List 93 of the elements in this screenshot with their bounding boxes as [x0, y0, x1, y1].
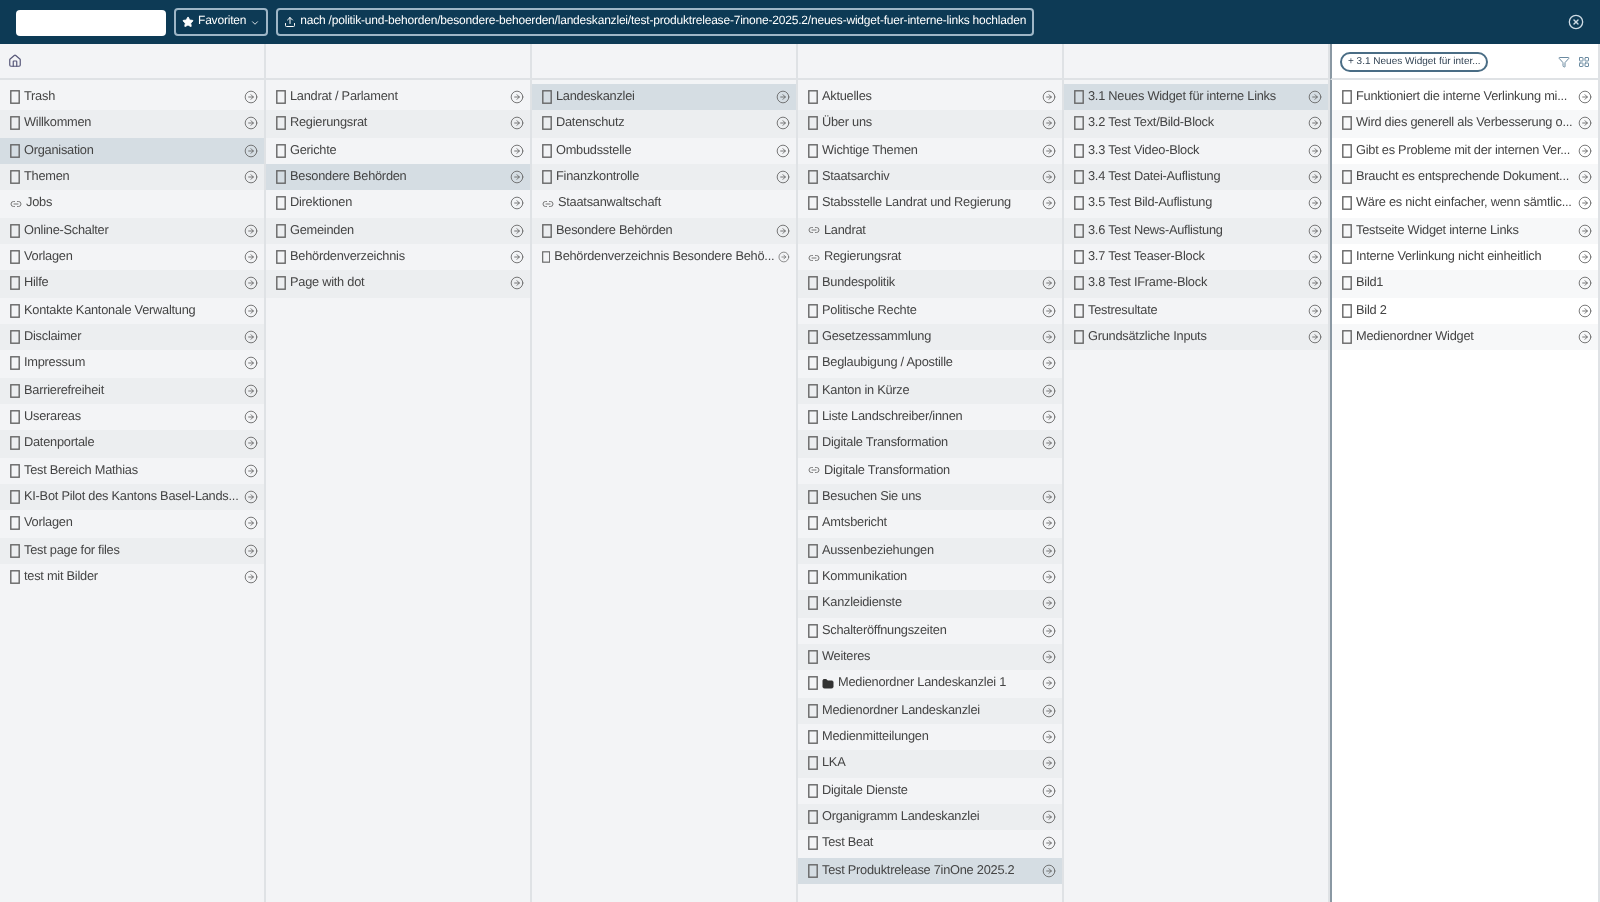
open-arrow-icon[interactable]	[1308, 143, 1322, 158]
open-arrow-icon[interactable]	[1042, 170, 1056, 185]
open-arrow-icon[interactable]	[510, 170, 524, 185]
open-arrow-icon[interactable]	[776, 223, 790, 238]
open-arrow-icon[interactable]	[1578, 276, 1592, 291]
open-arrow-icon[interactable]	[1578, 116, 1592, 131]
open-arrow-icon[interactable]	[244, 570, 258, 585]
open-arrow-icon[interactable]	[1042, 410, 1056, 425]
open-arrow-icon[interactable]	[244, 223, 258, 238]
open-arrow-icon[interactable]	[244, 116, 258, 131]
open-arrow-icon[interactable]	[1578, 143, 1592, 158]
open-arrow-icon[interactable]	[244, 463, 258, 478]
open-arrow-icon[interactable]	[1308, 250, 1322, 265]
open-arrow-icon[interactable]	[510, 223, 524, 238]
open-arrow-icon[interactable]	[776, 143, 790, 158]
open-arrow-icon[interactable]	[778, 250, 790, 265]
open-arrow-icon[interactable]	[1042, 330, 1056, 345]
open-arrow-icon[interactable]	[1308, 276, 1322, 291]
open-arrow-icon[interactable]	[776, 170, 790, 185]
open-arrow-icon[interactable]	[1578, 196, 1592, 211]
link-icon	[542, 197, 554, 210]
open-arrow-icon[interactable]	[1042, 596, 1056, 611]
open-arrow-icon[interactable]	[1578, 90, 1592, 105]
open-arrow-icon[interactable]	[1042, 276, 1056, 291]
link-icon	[808, 251, 820, 264]
caret-icon	[250, 17, 261, 27]
open-arrow-icon[interactable]	[1042, 623, 1056, 638]
open-arrow-icon[interactable]	[1042, 570, 1056, 585]
open-arrow-icon[interactable]	[1308, 303, 1322, 318]
open-arrow-icon[interactable]	[776, 116, 790, 131]
link-icon	[808, 464, 820, 477]
open-arrow-icon[interactable]	[244, 356, 258, 371]
open-arrow-icon[interactable]	[1042, 836, 1056, 851]
open-arrow-icon[interactable]	[1042, 303, 1056, 318]
open-arrow-icon[interactable]	[1042, 730, 1056, 745]
open-arrow-icon[interactable]	[244, 143, 258, 158]
open-arrow-icon[interactable]	[244, 383, 258, 398]
open-arrow-icon[interactable]	[1578, 223, 1592, 238]
open-arrow-icon[interactable]	[1042, 703, 1056, 718]
open-arrow-icon[interactable]	[1042, 650, 1056, 665]
open-arrow-icon[interactable]	[510, 116, 524, 131]
filter-icon[interactable]	[1558, 55, 1570, 67]
open-arrow-icon[interactable]	[1042, 356, 1056, 371]
open-arrow-icon[interactable]	[1308, 330, 1322, 345]
open-arrow-icon[interactable]	[1042, 90, 1056, 105]
search-field[interactable]	[16, 9, 166, 35]
open-arrow-icon[interactable]	[1578, 250, 1592, 265]
open-arrow-icon[interactable]	[244, 250, 258, 265]
open-arrow-icon[interactable]	[510, 196, 524, 211]
link-icon	[808, 224, 820, 237]
open-arrow-icon[interactable]	[1042, 490, 1056, 505]
open-arrow-icon[interactable]	[1042, 436, 1056, 451]
open-arrow-icon[interactable]	[1042, 676, 1056, 691]
open-arrow-icon[interactable]	[1308, 170, 1322, 185]
open-arrow-icon[interactable]	[510, 90, 524, 105]
open-arrow-icon[interactable]	[1042, 116, 1056, 131]
open-arrow-icon[interactable]	[1578, 170, 1592, 185]
open-arrow-icon[interactable]	[244, 436, 258, 451]
open-arrow-icon[interactable]	[776, 90, 790, 105]
open-arrow-icon[interactable]	[1308, 196, 1322, 211]
open-arrow-icon[interactable]	[244, 303, 258, 318]
open-arrow-icon[interactable]	[244, 170, 258, 185]
close-icon[interactable]	[1568, 14, 1584, 30]
open-arrow-icon[interactable]	[510, 276, 524, 291]
open-arrow-icon[interactable]	[1308, 223, 1322, 238]
open-arrow-icon[interactable]	[1308, 116, 1322, 131]
open-arrow-icon[interactable]	[244, 543, 258, 558]
open-arrow-icon[interactable]	[244, 410, 258, 425]
home-icon[interactable]	[8, 54, 22, 68]
grid-icon[interactable]	[1578, 55, 1590, 67]
star-icon	[182, 16, 194, 28]
open-arrow-icon[interactable]	[244, 516, 258, 531]
open-arrow-icon[interactable]	[244, 330, 258, 345]
open-arrow-icon[interactable]	[510, 143, 524, 158]
open-arrow-icon[interactable]	[1042, 143, 1056, 158]
open-arrow-icon[interactable]	[244, 276, 258, 291]
open-arrow-icon[interactable]	[1578, 330, 1592, 345]
link-icon	[10, 197, 22, 210]
open-arrow-icon[interactable]	[244, 90, 258, 105]
open-arrow-icon[interactable]	[1042, 810, 1056, 825]
open-arrow-icon[interactable]	[244, 490, 258, 505]
open-arrow-icon[interactable]	[510, 250, 524, 265]
open-arrow-icon[interactable]	[1042, 383, 1056, 398]
open-arrow-icon[interactable]	[1042, 783, 1056, 798]
open-arrow-icon[interactable]	[1042, 516, 1056, 531]
open-arrow-icon[interactable]	[1042, 863, 1056, 878]
open-arrow-icon[interactable]	[1042, 756, 1056, 771]
open-arrow-icon[interactable]	[1308, 90, 1322, 105]
folder-icon	[822, 677, 834, 690]
open-arrow-icon[interactable]	[1042, 196, 1056, 211]
open-arrow-icon[interactable]	[1578, 303, 1592, 318]
open-arrow-icon[interactable]	[1042, 543, 1056, 558]
upload-icon	[284, 16, 297, 28]
